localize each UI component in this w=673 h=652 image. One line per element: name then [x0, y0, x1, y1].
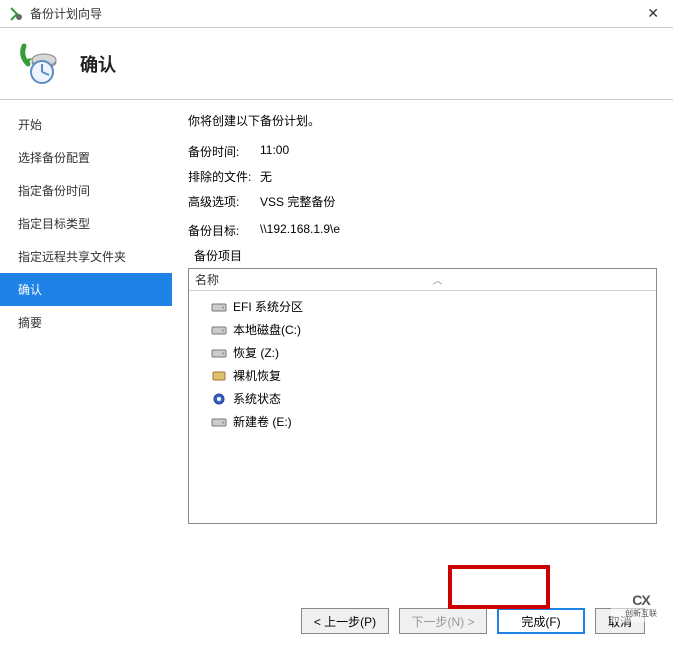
titlebar: 备份计划向导 ✕ [0, 0, 673, 28]
list-item-label: 裸机恢复 [233, 367, 281, 384]
drive-icon [211, 323, 227, 337]
wizard-steps-sidebar: 开始 选择备份配置 指定备份时间 指定目标类型 指定远程共享文件夹 确认 摘要 [0, 100, 172, 590]
list-item-label: 恢复 (Z:) [233, 344, 279, 361]
label-backup-time: 备份时间: [188, 143, 260, 160]
list-item-label: 系统状态 [233, 390, 281, 407]
window-title: 备份计划向导 [30, 5, 641, 22]
row-excluded-files: 排除的文件: 无 [188, 168, 657, 185]
label-excluded-files: 排除的文件: [188, 168, 260, 185]
page-heading: 确认 [80, 51, 116, 77]
bare-metal-icon [211, 369, 227, 383]
sort-indicator-icon: ︿ [219, 272, 656, 287]
row-backup-target: 备份目标: \\192.168.1.9\e [188, 222, 657, 239]
sidebar-item-specify-time[interactable]: 指定备份时间 [0, 174, 172, 207]
sidebar-item-summary[interactable]: 摘要 [0, 306, 172, 339]
sidebar-item-select-config[interactable]: 选择备份配置 [0, 141, 172, 174]
next-button: 下一步(N) > [399, 608, 487, 634]
drive-icon [211, 415, 227, 429]
list-item[interactable]: 系统状态 [189, 387, 656, 410]
drive-icon [211, 346, 227, 360]
row-backup-time: 备份时间: 11:00 [188, 143, 657, 160]
wizard-header: 确认 [0, 28, 673, 100]
value-backup-time: 11:00 [260, 143, 289, 160]
value-excluded-files: 无 [260, 168, 272, 185]
intro-text: 你将创建以下备份计划。 [188, 112, 657, 129]
column-name: 名称 [195, 271, 219, 288]
list-header[interactable]: 名称 ︿ [189, 269, 656, 291]
value-backup-target: \\192.168.1.9\e [260, 222, 340, 239]
value-advanced-options: VSS 完整备份 [260, 193, 335, 210]
backup-items-label: 备份项目 [194, 247, 657, 264]
backup-items-list: 名称 ︿ EFI 系统分区 本地磁盘(C:) 恢复 (Z:) [188, 268, 657, 524]
list-item-label: 新建卷 (E:) [233, 413, 292, 430]
gear-icon [211, 392, 227, 406]
list-item-label: EFI 系统分区 [233, 298, 303, 315]
list-item[interactable]: 裸机恢复 [189, 364, 656, 387]
close-button[interactable]: ✕ [641, 5, 665, 22]
list-item[interactable]: 恢复 (Z:) [189, 341, 656, 364]
sidebar-item-start[interactable]: 开始 [0, 108, 172, 141]
list-item-label: 本地磁盘(C:) [233, 321, 301, 338]
sidebar-item-target-type[interactable]: 指定目标类型 [0, 207, 172, 240]
sidebar-item-remote-share[interactable]: 指定远程共享文件夹 [0, 240, 172, 273]
wizard-icon [18, 42, 62, 86]
sidebar-item-confirm[interactable]: 确认 [0, 273, 172, 306]
watermark: CX 创新互联 [611, 588, 671, 622]
wizard-footer: < 上一步(P) 下一步(N) > 完成(F) 取消 [0, 590, 673, 652]
main-content: 你将创建以下备份计划。 备份时间: 11:00 排除的文件: 无 高级选项: V… [172, 100, 673, 590]
app-icon [8, 6, 24, 22]
list-item[interactable]: 本地磁盘(C:) [189, 318, 656, 341]
watermark-logo: CX [632, 592, 649, 608]
prev-button[interactable]: < 上一步(P) [301, 608, 389, 634]
label-backup-target: 备份目标: [188, 222, 260, 239]
watermark-text: 创新互联 [625, 608, 657, 619]
label-advanced-options: 高级选项: [188, 193, 260, 210]
list-item[interactable]: EFI 系统分区 [189, 295, 656, 318]
drive-icon [211, 300, 227, 314]
list-item[interactable]: 新建卷 (E:) [189, 410, 656, 433]
row-advanced-options: 高级选项: VSS 完整备份 [188, 193, 657, 210]
finish-button[interactable]: 完成(F) [497, 608, 585, 634]
